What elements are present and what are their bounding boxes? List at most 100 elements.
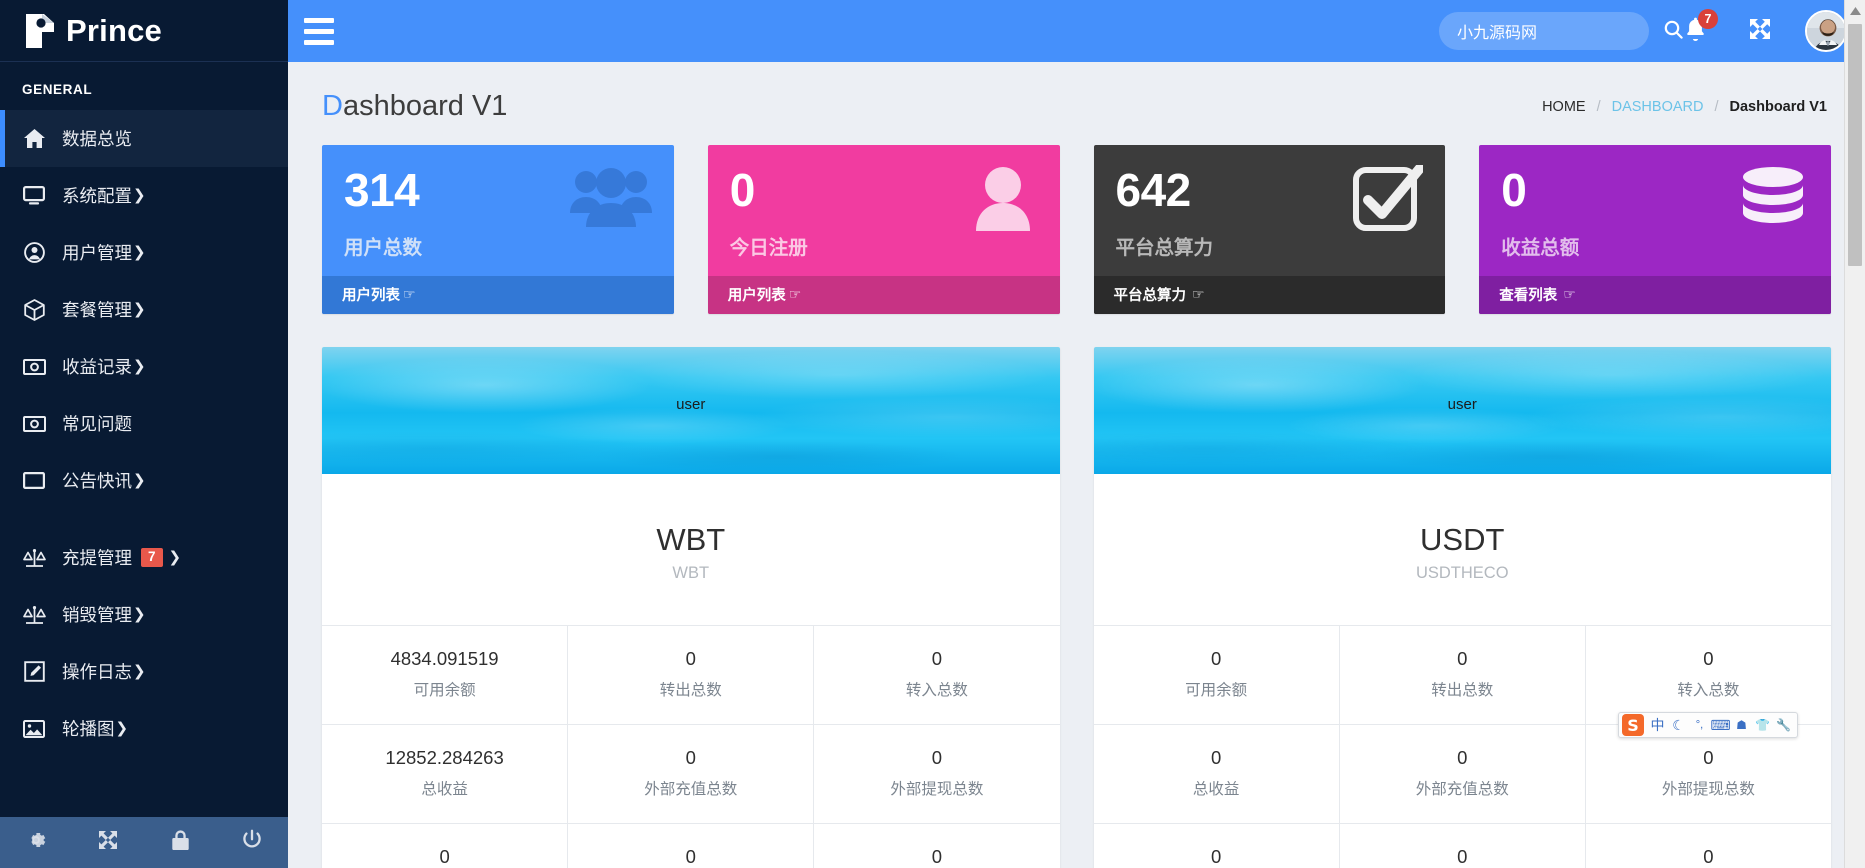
money-icon — [19, 413, 49, 435]
hamburger-icon-bar — [304, 39, 334, 45]
page-header: Dashboard V1 HOME / DASHBOARD / Dashboar… — [310, 62, 1843, 145]
sidebar-item-announcements[interactable]: 公告快讯 ❯ — [0, 452, 288, 509]
chinese-mode-icon[interactable]: 中 — [1647, 714, 1668, 736]
coin-symbol: WBT — [672, 564, 710, 582]
user-profile-icon[interactable]: ☗ — [1731, 714, 1752, 736]
sidebar-item-label: 套餐管理 — [62, 300, 132, 320]
sidebar-item-operation-log[interactable]: 操作日志 ❯ — [0, 643, 288, 700]
sidebar-item-label: 系统配置 — [62, 186, 132, 206]
notifications-button[interactable]: 7 — [1675, 9, 1718, 51]
pointer-hand-icon: ☞ — [1192, 286, 1205, 302]
sidebar-item-label: 常见问题 — [62, 414, 132, 434]
pointer-hand-icon: ☞ — [788, 286, 802, 302]
stat-cell: 0 外部充值总数 — [567, 725, 813, 823]
cell-value: 0 — [1703, 648, 1714, 669]
cell-value: 0 — [1457, 747, 1468, 768]
pointer-hand-icon: ☞ — [403, 286, 416, 302]
cell-label: 外部充值总数 — [1415, 781, 1509, 798]
chevron-right-icon: ❯ — [133, 358, 146, 375]
breadcrumb-separator: / — [1596, 98, 1601, 115]
panel-banner-image: user — [322, 347, 1060, 474]
vertical-scrollbar[interactable] — [1844, 0, 1865, 868]
sidebar-item-deposit-withdraw[interactable]: 充提管理 7 ❯ — [0, 529, 288, 586]
gear-icon — [25, 829, 47, 856]
prince-logo-icon — [22, 11, 58, 51]
stat-card-link[interactable]: 用户列表 ☞ — [322, 276, 674, 314]
scroll-up-arrow-icon[interactable] — [1845, 0, 1865, 21]
pointer-hand-icon: ☞ — [1563, 286, 1576, 302]
expand-arrows-icon — [1748, 17, 1772, 46]
stat-cell: 0 转出总数 — [1338, 626, 1585, 724]
toolbox-icon[interactable]: 🔧 — [1773, 714, 1794, 736]
search-input[interactable] — [1457, 22, 1664, 40]
panel-title-area: USDT USDTHECO — [1094, 474, 1832, 625]
cell-value: 0 — [685, 648, 696, 669]
stat-card-link[interactable]: 用户列表 ☞ — [707, 276, 1060, 314]
cell-label: 总收益 — [421, 781, 468, 798]
sidebar-item-income-records[interactable]: 收益记录 ❯ — [0, 338, 288, 395]
sidebar-item-label: 收益记录 — [62, 357, 132, 377]
stat-cell: 0 外部提现总数 — [813, 725, 1059, 823]
stat-cell: 0 转入总数 — [813, 626, 1059, 724]
breadcrumb-home[interactable]: HOME — [1542, 99, 1586, 115]
menu-toggle-button[interactable] — [288, 0, 350, 62]
soft-keyboard-icon[interactable]: ⌨ — [1710, 714, 1731, 736]
power-icon — [241, 829, 263, 856]
breadcrumb-separator: / — [1714, 98, 1719, 115]
search-box[interactable] — [1439, 12, 1683, 50]
cell-value: 0 — [1703, 747, 1714, 768]
sidebar-item-overview[interactable]: 数据总览 — [0, 110, 288, 167]
table-row: 0 总收益 0 外部充值总数 0 外部提现总数 — [1093, 724, 1831, 823]
cell-label: 总收益 — [1192, 781, 1240, 798]
user-circle-icon — [19, 242, 49, 264]
sidebar-item-user-management[interactable]: 用户管理 ❯ — [0, 224, 288, 281]
sidebar-item-carousel[interactable]: 轮播图 ❯ — [0, 700, 288, 757]
fullscreen-button[interactable] — [1741, 12, 1779, 50]
sidebar-item-burn-management[interactable]: 销毁管理 ❯ — [0, 586, 288, 643]
cell-value: 0 — [931, 747, 943, 768]
scrollbar-thumb[interactable] — [1848, 24, 1862, 266]
sidebar-nav: 数据总览 系统配置 ❯ 用户管理 ❯ 套餐管理 ❯ 收益记录 ❯ 常见问题 公告… — [0, 110, 288, 817]
stat-card-link-label: 查看列表 — [1499, 288, 1558, 304]
stat-card-body: 0 收益总额 — [1479, 145, 1831, 276]
cell-label: 可用余额 — [1185, 682, 1248, 699]
cell-value: 0 — [1210, 648, 1222, 669]
breadcrumb-dashboard[interactable]: DASHBOARD — [1612, 99, 1704, 115]
home-icon — [19, 128, 49, 150]
chevron-right-icon: ❯ — [133, 606, 146, 623]
avatar[interactable] — [1805, 10, 1847, 52]
skin-icon[interactable]: 👕 — [1752, 714, 1773, 736]
breadcrumb: HOME / DASHBOARD / Dashboard V1 — [1542, 99, 1827, 115]
sidebar-footer — [0, 817, 288, 868]
page-title: Dashboard V1 — [322, 90, 507, 123]
punctuation-icon[interactable]: °, — [1689, 714, 1710, 736]
stat-card-link[interactable]: 平台总算力 ☞ — [1093, 276, 1446, 314]
coin-symbol: USDTHECO — [1415, 564, 1509, 582]
chevron-right-icon: ❯ — [168, 549, 182, 566]
stat-cell: 12852.284263 总收益 — [322, 725, 567, 823]
table-row: 4834.091519 可用余额 0 转出总数 0 转入总数 — [322, 626, 1060, 724]
sogou-logo-icon[interactable]: S — [1622, 714, 1644, 736]
sidebar-item-package-management[interactable]: 套餐管理 ❯ — [0, 281, 288, 338]
moon-icon[interactable]: ☾ — [1668, 714, 1689, 736]
expand-button[interactable] — [72, 817, 144, 868]
power-button[interactable] — [216, 817, 288, 868]
sidebar-item-faq[interactable]: 常见问题 — [0, 395, 288, 452]
settings-button[interactable] — [0, 817, 72, 868]
sidebar-section-title: GENERAL — [22, 82, 93, 97]
chevron-right-icon: ❯ — [133, 244, 146, 261]
brand-logo-area[interactable]: Prince — [0, 0, 288, 62]
page-title-rest: ashboard V1 — [342, 90, 508, 122]
expand-arrows-icon — [97, 829, 119, 856]
table-row: 12852.284263 总收益 0 外部充值总数 0 外部提现总数 — [322, 724, 1060, 823]
stat-cell: 4834.091519 可用余额 — [322, 626, 567, 724]
ime-toolbar[interactable]: S 中 ☾ °, ⌨ ☗ 👕 🔧 — [1618, 712, 1798, 738]
balance-scale-icon — [19, 604, 49, 626]
stat-card-link[interactable]: 查看列表 ☞ — [1479, 276, 1831, 314]
sidebar-item-system-config[interactable]: 系统配置 ❯ — [0, 167, 288, 224]
panel-banner-image: user — [1093, 347, 1831, 474]
users-group-icon — [569, 165, 652, 238]
lock-icon — [171, 829, 190, 856]
lock-button[interactable] — [144, 817, 216, 868]
sidebar-item-label: 充提管理 — [62, 548, 132, 568]
